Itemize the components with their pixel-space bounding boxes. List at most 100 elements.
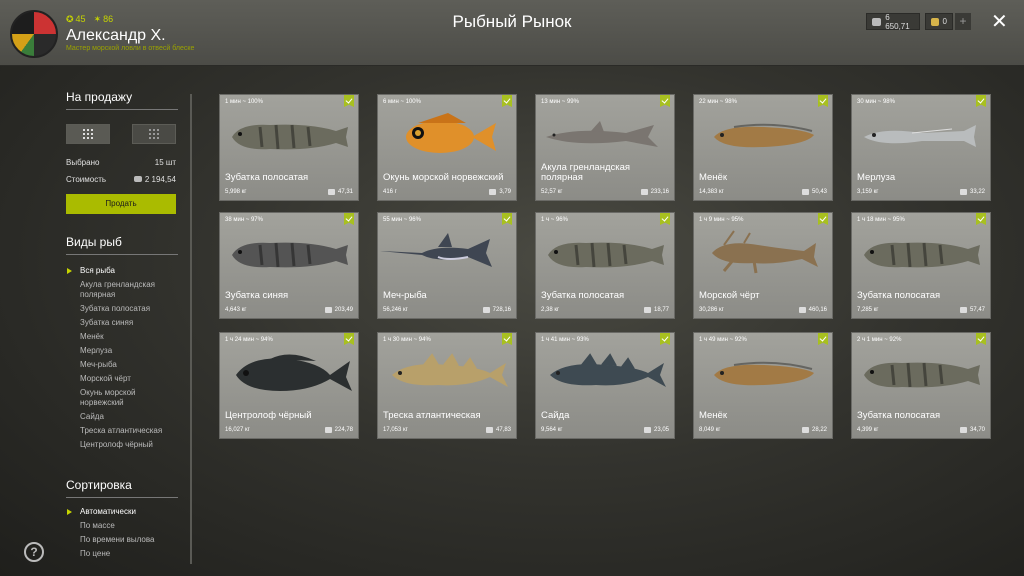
fish-card[interactable]: 2 ч 1 мин ~ 92% Зубатка полосатая 4,399 кг…: [851, 332, 991, 439]
fish-weight: 416 г: [383, 189, 397, 195]
silver-coin-icon: [798, 307, 806, 313]
fish-weight: 52,57 кг: [541, 189, 563, 195]
fish-price-value: 3,79: [499, 189, 511, 195]
fish-card[interactable]: 1 мин ~ 100% Зубатка полосатая 5,998 кг 47,…: [219, 94, 359, 201]
fish-image: [714, 361, 814, 386]
fish-card[interactable]: 1 ч 9 мин ~ 95% Морской чёрт 30,286 кг 460,…: [693, 212, 833, 319]
fish-price-value: 34,70: [969, 427, 985, 433]
fish-card[interactable]: 1 ч ~ 96% Зубатка полосатая 2,38 кг 18,77: [535, 212, 675, 319]
silver-coin-icon: [485, 427, 493, 433]
selected-check-icon[interactable]: [976, 213, 986, 225]
fish-type-filter-item[interactable]: Мерлуза: [66, 346, 178, 356]
fish-image: [546, 121, 658, 147]
fish-price-value: 233,16: [650, 189, 669, 195]
fish-name: Окунь морской норвежский: [383, 172, 504, 183]
sort-option-item[interactable]: По цене: [66, 549, 178, 559]
silver-coin-icon: [643, 307, 651, 313]
fish-price: 460,16: [798, 307, 827, 313]
selected-count: Выбрано 15 шт: [66, 158, 176, 167]
top-bar: ✪ 45 ✶ 86 Александр Х. Мастер морской ловл…: [0, 0, 1024, 66]
divider: [66, 497, 178, 498]
fish-price-value: 203,49: [334, 307, 353, 313]
fish-type-filter-item[interactable]: Зубатка синяя: [66, 318, 178, 328]
fish-image: [232, 124, 348, 150]
fish-type-filter-item[interactable]: Менёк: [66, 332, 178, 342]
silver-coin-icon: [640, 189, 648, 195]
sell-button[interactable]: Продать: [66, 194, 176, 214]
fish-weight: 14,383 кг: [699, 189, 724, 195]
fish-price-value: 47,83: [495, 427, 511, 433]
help-icon[interactable]: ?: [24, 542, 44, 562]
catch-time-label: 6 мин ~ 100%: [383, 99, 421, 105]
fish-type-filter-item[interactable]: Центролоф чёрный: [66, 440, 178, 450]
selected-check-icon[interactable]: [344, 333, 354, 345]
fish-type-filter-item[interactable]: Меч-рыба: [66, 360, 178, 370]
fish-card[interactable]: 30 мин ~ 98% Мерлуза 3,159 кг 33,22: [851, 94, 991, 201]
selected-check-icon[interactable]: [660, 333, 670, 345]
close-icon[interactable]: ✕: [991, 9, 1008, 34]
fish-image: [864, 125, 976, 147]
total-cost: Стоимость 2 194,54: [66, 175, 176, 184]
fish-price: 34,70: [959, 427, 985, 433]
fish-name: Зубатка полосатая: [857, 290, 941, 301]
fish-price: 224,78: [324, 427, 353, 433]
fish-card[interactable]: 6 мин ~ 100% Окунь морской норвежский 416 …: [377, 94, 517, 201]
silver-coin-icon: [327, 189, 335, 195]
fish-card[interactable]: 1 ч 49 мин ~ 92% Менёк 8,049 кг 28,22: [693, 332, 833, 439]
selected-check-icon[interactable]: [976, 95, 986, 107]
fish-type-filter-item[interactable]: Зубатка полосатая: [66, 304, 178, 314]
add-currency-button[interactable]: +: [955, 13, 971, 30]
fish-card[interactable]: 1 ч 24 мин ~ 94% Центролоф чёрный 16,027 к…: [219, 332, 359, 439]
selected-check-icon[interactable]: [502, 95, 512, 107]
fish-card[interactable]: 1 ч 18 мин ~ 95% Зубатка полосатая 7,285 к…: [851, 212, 991, 319]
fish-price: 57,47: [959, 307, 985, 313]
grid-view-button[interactable]: [66, 124, 110, 144]
selected-check-icon[interactable]: [344, 95, 354, 107]
fish-type-filter-item[interactable]: Вся рыба: [66, 266, 178, 276]
fish-name: Менёк: [699, 410, 727, 421]
fish-price-value: 47,31: [337, 189, 353, 195]
catch-time-label: 1 мин ~ 100%: [225, 99, 263, 105]
fish-card[interactable]: 13 мин ~ 99% Акула гренландская полярная 5…: [535, 94, 675, 201]
fish-weight: 4,643 кг: [225, 307, 247, 313]
sort-option-item[interactable]: По времени вылова: [66, 535, 178, 545]
selected-check-icon[interactable]: [976, 333, 986, 345]
fish-card[interactable]: 1 ч 30 мин ~ 94% Треска атлантическая 17,0…: [377, 332, 517, 439]
catch-time-label: 1 ч ~ 96%: [541, 217, 568, 223]
fish-price-value: 23,05: [653, 427, 669, 433]
fish-type-filter-item[interactable]: Акула гренландская полярная: [66, 280, 178, 300]
sidebar: На продажу Выбрано 15 шт Стоимость 2 194…: [66, 90, 178, 558]
selected-check-icon[interactable]: [818, 333, 828, 345]
selected-check-icon[interactable]: [502, 213, 512, 225]
fish-card[interactable]: 22 мин ~ 98% Менёк 14,383 кг 50,43: [693, 94, 833, 201]
selected-check-icon[interactable]: [660, 95, 670, 107]
fish-price: 47,83: [485, 427, 511, 433]
sort-option-item[interactable]: Автоматически: [66, 507, 178, 517]
sort-option-item[interactable]: По массе: [66, 521, 178, 531]
catch-time-label: 1 ч 41 мин ~ 93%: [541, 337, 589, 343]
fish-price: 728,16: [482, 307, 511, 313]
selected-check-icon[interactable]: [818, 95, 828, 107]
fish-type-filter-item[interactable]: Сайда: [66, 412, 178, 422]
fish-weight: 5,998 кг: [225, 189, 247, 195]
fish-price-value: 50,43: [811, 189, 827, 195]
grid-icon: [83, 129, 93, 139]
silver-coin-icon: [133, 176, 142, 182]
fish-weight: 3,159 кг: [857, 189, 879, 195]
selected-check-icon[interactable]: [502, 333, 512, 345]
catch-time-label: 1 ч 30 мин ~ 94%: [383, 337, 431, 343]
fish-type-filter-item[interactable]: Окунь морской норвежский: [66, 388, 178, 408]
selected-check-icon[interactable]: [818, 213, 828, 225]
selected-check-icon[interactable]: [660, 213, 670, 225]
fish-image: [232, 242, 348, 268]
sort-section: Сортировка: [66, 478, 178, 498]
fish-card[interactable]: 55 мин ~ 96% Меч-рыба 56,246 кг 728,16: [377, 212, 517, 319]
fish-card[interactable]: 1 ч 41 мин ~ 93% Сайда 9,564 кг 23,05: [535, 332, 675, 439]
fish-weight: 8,049 кг: [699, 427, 721, 433]
selected-check-icon[interactable]: [344, 213, 354, 225]
fish-card[interactable]: 38 мин ~ 97% Зубатка синяя 4,643 кг 203,49: [219, 212, 359, 319]
fish-type-filter-item[interactable]: Треска атлантическая: [66, 426, 178, 436]
list-view-button[interactable]: [132, 124, 176, 144]
fish-weight: 7,285 кг: [857, 307, 879, 313]
fish-type-filter-item[interactable]: Морской чёрт: [66, 374, 178, 384]
